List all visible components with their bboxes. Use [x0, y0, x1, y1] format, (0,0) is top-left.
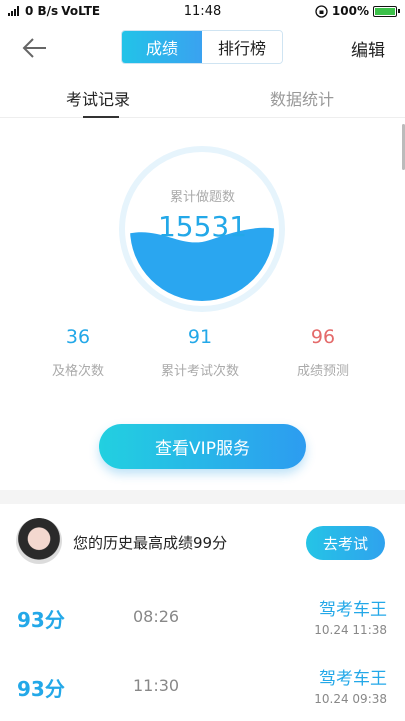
stat-exam-count: 91 累计考试次数 — [145, 326, 255, 379]
stat-value: 36 — [65, 326, 91, 348]
total-questions-value: 15531 — [157, 210, 248, 243]
best-score-row: 您的历史最高成绩99分 去考试 — [0, 514, 405, 574]
record-user: 驾考车王 — [319, 669, 387, 689]
record-date: 10.24 11:38 — [314, 623, 387, 637]
tab-scores[interactable]: 成绩 — [122, 31, 202, 63]
best-score-text: 您的历史最高成绩99分 — [73, 534, 228, 552]
tab-data-stats[interactable]: 数据统计 — [270, 86, 334, 110]
battery-icon — [373, 5, 400, 17]
record-score: 93分 — [17, 677, 65, 701]
active-tab-indicator — [83, 116, 119, 118]
sub-tabs: 考试记录 数据统计 — [0, 80, 405, 118]
record-user: 驾考车王 — [319, 600, 387, 620]
record-duration: 08:26 — [133, 607, 180, 626]
exam-record[interactable]: 93分 11:30 驾考车王 10.24 09:38 — [0, 659, 405, 721]
gauge-label: 累计做题数 — [169, 190, 235, 205]
clock: 11:48 — [183, 3, 222, 19]
stat-value: 91 — [187, 326, 213, 348]
exam-record[interactable]: 93分 08:26 驾考车王 10.24 11:38 — [0, 590, 405, 652]
header: 成绩 排行榜 编辑 — [0, 28, 405, 68]
record-score: 93分 — [17, 608, 65, 632]
stats-row: 36 及格次数 91 累计考试次数 96 成绩预测 — [0, 326, 405, 386]
avatar — [16, 518, 62, 564]
segmented-control: 成绩 排行榜 — [121, 30, 283, 64]
stat-label: 累计考试次数 — [160, 364, 239, 379]
view-vip-button[interactable]: 查看VIP服务 — [99, 424, 306, 469]
tab-leaderboard[interactable]: 排行榜 — [202, 31, 282, 63]
stat-label: 及格次数 — [51, 364, 104, 379]
record-date: 10.24 09:38 — [314, 692, 387, 706]
stat-pass-count: 36 及格次数 — [23, 326, 133, 379]
status-bar: 0 B/s VoLTE 11:48 100% — [0, 0, 405, 22]
stat-value: 96 — [310, 326, 336, 348]
back-button[interactable] — [20, 34, 50, 62]
back-arrow-icon — [22, 38, 46, 58]
stat-label: 成绩预测 — [296, 364, 349, 379]
go-exam-button[interactable]: 去考试 — [306, 526, 385, 560]
stat-score-prediction: 96 成绩预测 — [268, 326, 378, 379]
record-duration: 11:30 — [133, 676, 180, 695]
section-divider — [0, 490, 405, 504]
tab-exam-records[interactable]: 考试记录 — [66, 86, 130, 110]
edit-button[interactable]: 编辑 — [351, 36, 385, 61]
